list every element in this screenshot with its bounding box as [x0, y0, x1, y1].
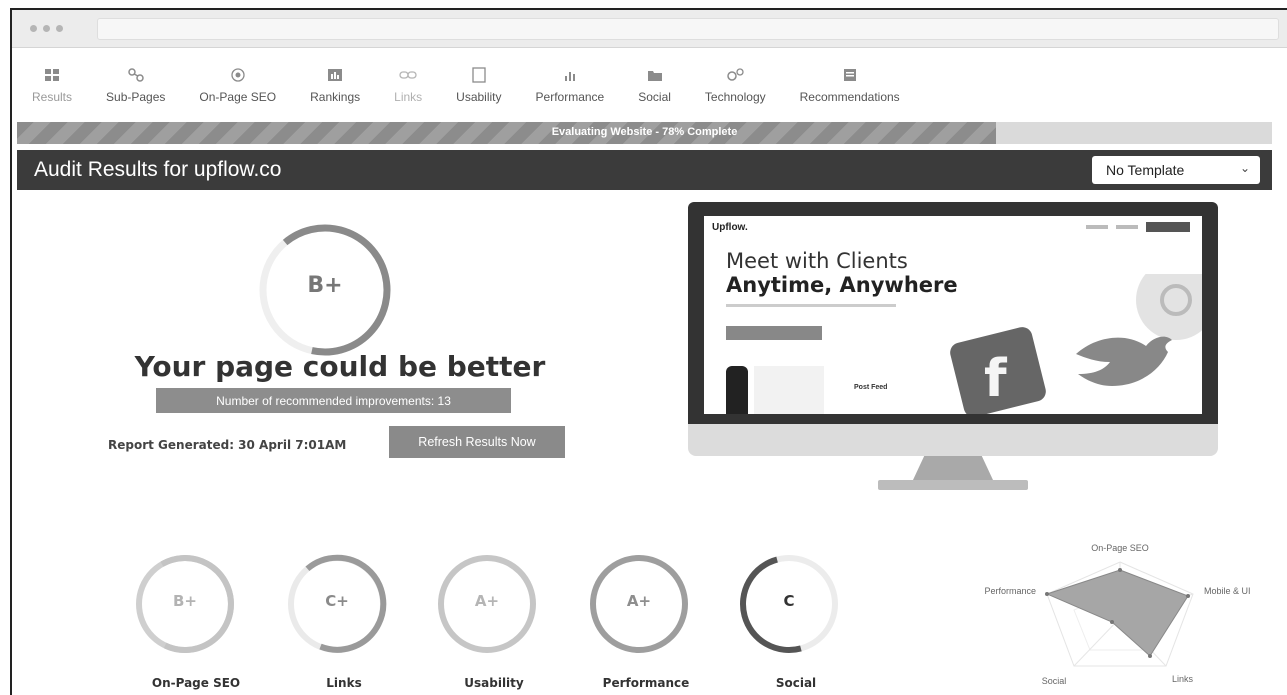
template-select-value: No Template: [1106, 162, 1185, 178]
score-label: Links: [326, 676, 362, 690]
preview-headline-line2: Anytime, Anywhere: [726, 273, 958, 297]
tab-label: Social: [638, 90, 671, 104]
score-grade: A+: [626, 592, 652, 610]
tab-social[interactable]: Social: [638, 58, 671, 104]
website-preview-monitor: Upflow. Meet with Clients Anytime, Anywh…: [688, 202, 1228, 502]
chevron-down-icon: ⌄: [1239, 161, 1250, 175]
preview-logo: Upflow.: [712, 222, 748, 233]
sub-pages-icon: [125, 64, 147, 86]
preview-cta: [726, 326, 822, 340]
tab-label: Technology: [704, 90, 766, 104]
score-ring-links[interactable]: C+: [283, 550, 391, 658]
monitor-chin: [688, 424, 1218, 456]
overall-grade: B+: [307, 273, 343, 298]
result-headline: Your page could be better: [134, 350, 546, 383]
tab-rankings[interactable]: Rankings: [310, 58, 360, 104]
report-generated-text: Report Generated: 30 April 7:01AM: [108, 438, 347, 452]
tab-label: Recommendations: [799, 90, 900, 104]
url-field[interactable]: [97, 18, 1279, 40]
website-screenshot: Upflow. Meet with Clients Anytime, Anywh…: [704, 216, 1202, 414]
tab-on-page-seo[interactable]: On-Page SEO: [199, 58, 276, 104]
tab-links[interactable]: Links: [394, 58, 422, 104]
tab-label: Performance: [535, 90, 605, 104]
radar-point: [1118, 568, 1122, 572]
radar-axis-label-performance: Performance: [984, 586, 1036, 596]
score-label: On-Page SEO: [151, 676, 241, 690]
recommendations-icon: [839, 64, 861, 86]
tab-sub-pages[interactable]: Sub-Pages: [106, 58, 165, 104]
technology-icon: [724, 64, 746, 86]
usability-icon: [468, 64, 490, 86]
preview-card: [754, 366, 824, 414]
score-grade: B+: [172, 592, 197, 610]
preview-subtext: [726, 304, 896, 307]
overall-grade-ring: B+: [250, 215, 400, 365]
preview-feed-label: Post Feed: [854, 384, 888, 391]
radar-point: [1110, 620, 1114, 624]
close-window-dot[interactable]: [30, 25, 37, 32]
tab-usability[interactable]: Usability: [456, 58, 502, 104]
radar-point: [1045, 592, 1049, 596]
results-grid-icon: [41, 64, 63, 86]
score-grade: C: [783, 592, 795, 610]
tab-label: Usability: [456, 90, 502, 104]
social-media-graphics-icon: f: [950, 274, 1202, 414]
tab-label: Rankings: [310, 90, 361, 104]
tab-label: On-Page SEO: [199, 90, 277, 104]
evaluation-progress-bar: Evaluating Website - 78% Complete: [17, 122, 1272, 144]
social-icon: [644, 64, 666, 86]
improvements-badge: Number of recommended improvements: 13: [156, 388, 511, 413]
audit-header: Audit Results for upflow.co No Template …: [17, 150, 1272, 190]
preview-nav: [1086, 222, 1190, 232]
rankings-icon: [324, 64, 346, 86]
report-tabs: Results Sub-Pages On-Page SEO Rankings L…: [12, 58, 1287, 120]
tab-label: Results: [32, 90, 73, 104]
tab-recommendations[interactable]: Recommendations: [800, 58, 900, 104]
performance-icon: [559, 64, 581, 86]
tab-performance[interactable]: Performance: [535, 58, 605, 104]
category-radar-chart: On-Page SEO Mobile & UI Links Social Per…: [984, 543, 1251, 686]
radar-axis-label-social: Social: [1042, 676, 1067, 686]
tab-results[interactable]: Results: [32, 58, 72, 104]
template-select[interactable]: No Template ⌄: [1092, 156, 1260, 184]
on-page-seo-icon: [227, 64, 249, 86]
score-label: Performance: [602, 676, 690, 690]
radar-axis-label-mobile-ui: Mobile & UI: [1204, 586, 1251, 596]
radar-point: [1148, 654, 1152, 658]
tab-label: Links: [394, 90, 423, 104]
progress-text: Evaluating Website - 78% Complete: [551, 126, 738, 138]
refresh-results-button[interactable]: Refresh Results Now: [389, 426, 565, 458]
radar-axis-label-on-page-seo: On-Page SEO: [1091, 543, 1149, 553]
maximize-window-dot[interactable]: [56, 25, 63, 32]
score-label: Social: [775, 676, 817, 690]
browser-address-bar: [12, 10, 1287, 48]
svg-text:f: f: [984, 349, 1008, 409]
window-controls: [30, 25, 63, 32]
tab-label: Sub-Pages: [106, 90, 166, 104]
monitor-bezel: Upflow. Meet with Clients Anytime, Anywh…: [688, 202, 1218, 424]
minimize-window-dot[interactable]: [43, 25, 50, 32]
links-icon: [397, 64, 419, 86]
monitor-foot: [878, 480, 1028, 490]
score-grade: C+: [325, 592, 349, 610]
page-title: Audit Results for upflow.co: [34, 158, 282, 181]
score-ring-usability[interactable]: A+: [433, 550, 541, 658]
tab-technology[interactable]: Technology: [705, 58, 766, 104]
preview-headline-line1: Meet with Clients: [726, 249, 908, 273]
score-ring-social[interactable]: C: [735, 550, 843, 658]
score-ring-performance[interactable]: A+: [585, 550, 693, 658]
score-label: Usability: [464, 676, 524, 690]
preview-phone: [726, 366, 748, 414]
monitor-neck: [913, 456, 993, 480]
radar-point: [1186, 594, 1190, 598]
score-ring-on-page-seo[interactable]: B+: [131, 550, 239, 658]
radar-axis-label-links: Links: [1172, 674, 1194, 684]
score-grade: A+: [474, 592, 500, 610]
